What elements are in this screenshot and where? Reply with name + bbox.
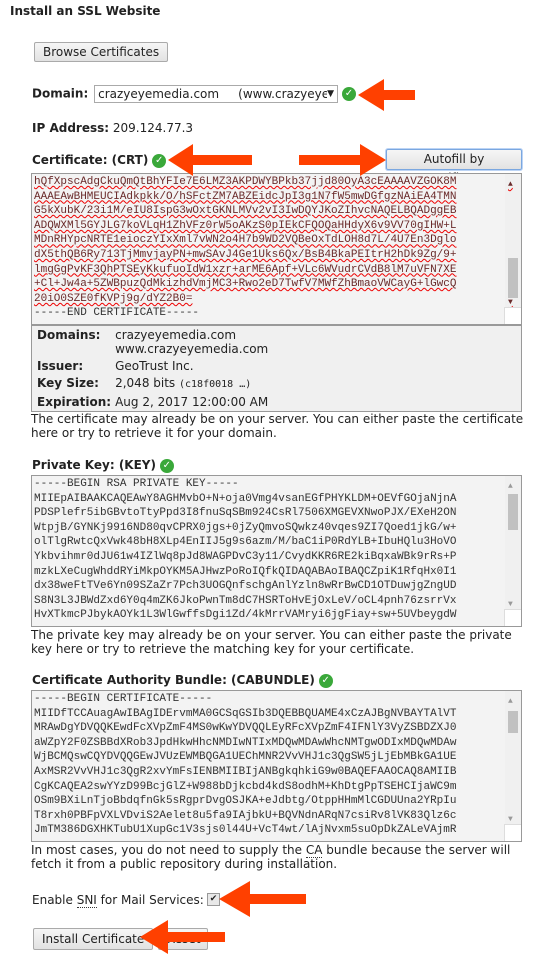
certificate-scrollbar[interactable]: ▲ ▼ [505, 174, 521, 324]
certificate-line: +Cl+Jw4a+5ZWBpuzQdMkizhdVmjMC3+Rwo2eD7Tw… [34, 278, 457, 291]
arrow-left-icon [358, 79, 415, 111]
arrow-right-icon [299, 144, 386, 176]
private-key-text: -----BEGIN RSA PRIVATE KEY----- MIIEpAIB… [34, 478, 457, 622]
private-key-valid-check-icon: ✓ [159, 458, 174, 473]
issuer-label: Issuer: [37, 359, 84, 373]
cabundle-help-text: In most cases, you do not need to supply… [31, 843, 306, 857]
ip-value: 209.124.77.3 [112, 121, 194, 135]
issuer-value: GeoTrust Inc. [115, 359, 194, 373]
certificate-help: The certificate may already be on your s… [31, 412, 524, 440]
private-key-scrollbar[interactable]: ▲ ▼ [505, 476, 521, 626]
keysize-label: Key Size: [37, 376, 99, 390]
certificate-line: AAAEAwBHMEUCIAdkpkk/O/hSFctZM7ABZEidcJpI… [34, 190, 457, 203]
keysize-value: 2,048 bits [115, 376, 176, 390]
private-key-textarea[interactable]: -----BEGIN RSA PRIVATE KEY----- MIIEpAIB… [31, 475, 522, 627]
cabundle-help: In most cases, you do not need to supply… [31, 843, 526, 871]
expiration-value: Aug 2, 2017 12:00:00 AM [115, 395, 269, 409]
domain-entry: www.crazyeyemedia.com [115, 342, 269, 356]
certificate-line: dX5thQB6Ry713TjMmvjayPN+mwSAvJ4Ge1Uks6Qx… [34, 248, 457, 261]
domain-select[interactable]: crazyeyemedia.com (www.crazyeye ▼ [94, 85, 339, 103]
domain-label: Domain: [32, 86, 89, 101]
ca-abbr: CA [305, 843, 323, 858]
certificate-valid-check-icon: ✓ [152, 153, 167, 168]
private-key-help: The private key may already be on your s… [31, 628, 512, 656]
expiration-label: Expiration: [37, 395, 112, 409]
sni-label: Enable [32, 893, 77, 907]
certificate-line: G5kXubK/23i1M/eIU8IspG3wOxtGKNLMVv2vI3Iw… [34, 205, 457, 218]
arrow-left-icon [168, 144, 252, 176]
ip-label: IP Address: [32, 121, 110, 135]
autofill-by-certificate-button[interactable]: Autofill by Certificate [386, 149, 522, 185]
domains-label: Domains: [37, 328, 101, 342]
domain-valid-check-icon: ✓ [341, 87, 356, 101]
certificate-line: ADQWXMl5GYJLG7koVLqH1ZhVFz0rW5oAKzS0pIEk… [34, 219, 457, 232]
reset-button[interactable]: Reset [158, 928, 208, 950]
cabundle-scrollbar[interactable]: ▲ ▼ [505, 691, 521, 841]
install-certificate-button[interactable]: Install Certificate [33, 928, 154, 950]
certificate-line: lmgGgPvKF3QhPTSEyKkufuoIdW1xzr+arME6Apf+… [34, 263, 457, 276]
chevron-down-icon: ▼ [327, 86, 335, 102]
resize-grip-icon[interactable] [504, 307, 521, 324]
certificate-line: MDnRHYpcNRTE1eioczYIxXml7vWN2o4H7b9WD2VQ… [34, 234, 457, 247]
page-title: Install an SSL Website [10, 4, 161, 18]
cabundle-valid-check-icon: ✓ [318, 673, 333, 688]
key-id: (c18f0018 …) [179, 379, 252, 390]
certificate-details: Domains: crazyeyemedia.com www.crazyeyemed… [31, 325, 522, 412]
cabundle-label: Certificate Authority Bundle: (CABUNDLE) [32, 673, 315, 687]
certificate-line: hQfXpscAdgCkuQmQtBhYFIe7E6LMZ3AKPDWYBPkb… [34, 176, 457, 188]
arrow-left-icon [219, 881, 306, 917]
sni-abbr: SNI [76, 893, 97, 908]
resize-grip-icon[interactable] [504, 824, 521, 841]
certificate-textarea[interactable]: hQfXpscAdgCkuQmQtBhYFIe7E6LMZ3AKPDWYBPkb… [31, 173, 522, 325]
private-key-label: Private Key: (KEY) [32, 458, 156, 472]
sni-checkbox[interactable]: ✔ [207, 893, 220, 906]
resize-grip-icon[interactable] [504, 609, 521, 626]
certificate-end-line: -----END CERTIFICATE----- [34, 307, 200, 320]
domain-select-value: crazyeyemedia.com (www.crazyeye [98, 87, 330, 101]
certificate-label: Certificate: (CRT) [32, 153, 149, 167]
domain-entry: crazyeyemedia.com [115, 328, 237, 342]
sni-label: for Mail Services: [96, 893, 204, 907]
browse-certificates-button[interactable]: Browse Certificates [34, 42, 169, 62]
cabundle-text: -----BEGIN CERTIFICATE----- MIIDfTCCAuag… [34, 693, 457, 837]
certificate-line: 20iO0SZE0fKVPj9g/dYZ2B0= [34, 292, 193, 305]
cabundle-textarea[interactable]: -----BEGIN CERTIFICATE----- MIIDfTCCAuag… [31, 690, 522, 842]
